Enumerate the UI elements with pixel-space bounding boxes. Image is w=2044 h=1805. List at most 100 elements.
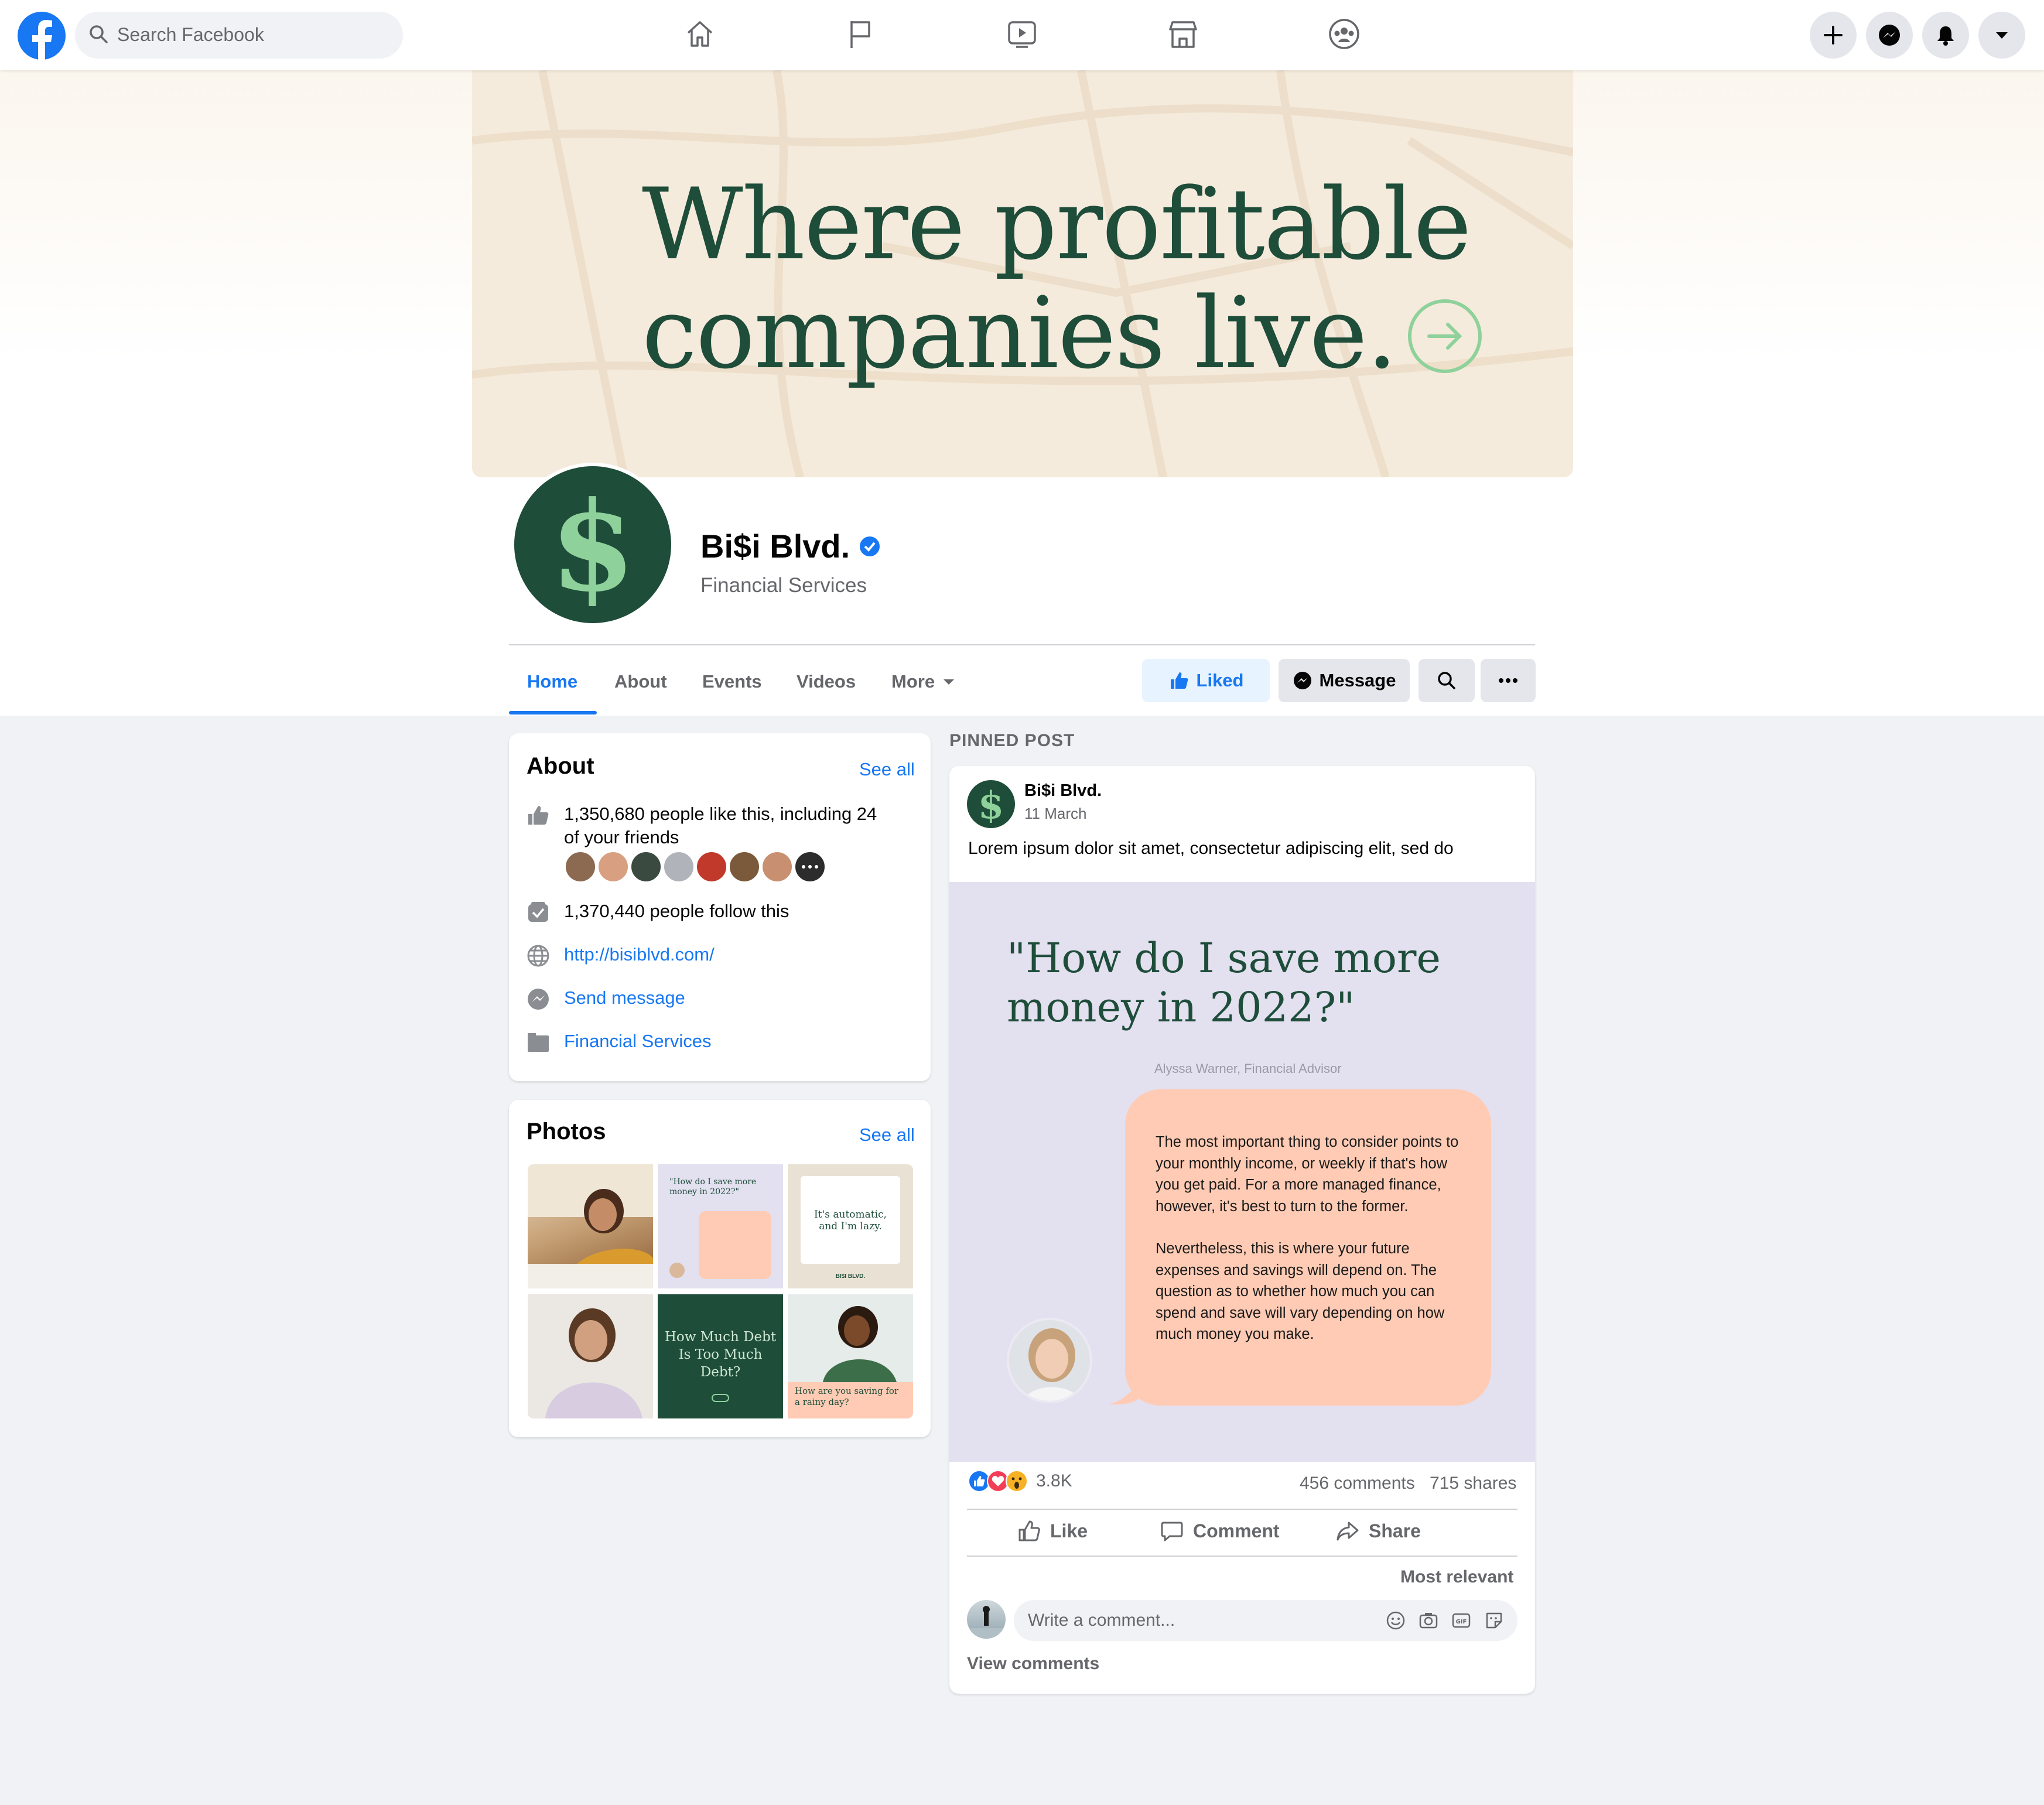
- avatar[interactable]: [597, 850, 630, 883]
- svg-text:$: $: [978, 785, 1004, 823]
- avatar[interactable]: [728, 850, 761, 883]
- notifications-button[interactable]: [1922, 12, 1969, 59]
- page-search-button[interactable]: [1419, 659, 1475, 702]
- send-message-link[interactable]: Send message: [564, 986, 685, 1010]
- comment-button[interactable]: Comment: [1160, 1519, 1280, 1543]
- thumbnail-title: How are you saving for a rainy day?: [795, 1386, 899, 1407]
- search-input[interactable]: Search Facebook: [117, 24, 264, 46]
- page-title: Bi$i Blvd.: [700, 527, 880, 565]
- cover-line-2: companies live.: [642, 279, 1483, 388]
- search-bar[interactable]: Search Facebook: [75, 12, 403, 59]
- about-see-all-link[interactable]: See all: [859, 759, 915, 780]
- account-menu-button[interactable]: [1978, 12, 2025, 59]
- thumbs-up-icon: [1170, 672, 1188, 689]
- sticker-icon[interactable]: [1484, 1610, 1505, 1631]
- arrow-circle-icon: [1408, 299, 1482, 373]
- avatar[interactable]: [564, 850, 597, 883]
- category-link[interactable]: Financial Services: [564, 1030, 712, 1053]
- tab-more[interactable]: More: [891, 671, 956, 692]
- user-avatar-silhouette: [967, 1606, 1006, 1639]
- advisor-portrait: [1023, 1328, 1081, 1401]
- photo-woman-writing: [528, 1164, 653, 1288]
- like-button[interactable]: Like: [1017, 1519, 1088, 1543]
- view-comments-link[interactable]: View comments: [967, 1654, 1099, 1674]
- message-button[interactable]: Message: [1279, 659, 1410, 702]
- watch-icon[interactable]: [1004, 16, 1040, 52]
- profile-picture[interactable]: $: [511, 463, 675, 627]
- post-author[interactable]: Bi$i Blvd.: [1024, 781, 1102, 801]
- share-arrow-icon: [1337, 1522, 1359, 1541]
- emoji-icon[interactable]: [1385, 1610, 1406, 1631]
- ellipsis-icon: [1499, 678, 1517, 683]
- avatar[interactable]: [662, 850, 695, 883]
- website-link[interactable]: http://bisiblvd.com/: [564, 943, 715, 966]
- active-tab-indicator: [509, 711, 597, 715]
- messenger-icon: [1293, 672, 1311, 689]
- thumbnail-bubble: [699, 1211, 771, 1279]
- comments-count[interactable]: 456 comments: [1300, 1474, 1415, 1493]
- photos-see-all-link[interactable]: See all: [859, 1124, 915, 1146]
- arrow-pill-icon: [712, 1394, 729, 1402]
- avatar[interactable]: [794, 850, 826, 883]
- likes-text: 1,350,680 people like this, including 24…: [564, 802, 877, 849]
- pages-flag-icon[interactable]: [843, 16, 879, 52]
- post-author-avatar[interactable]: $: [967, 780, 1015, 828]
- reactions-summary[interactable]: 3.8K: [968, 1470, 1072, 1492]
- post-image[interactable]: "How do I save more money in 2022?" Alys…: [949, 882, 1535, 1462]
- avatar[interactable]: [967, 1600, 1006, 1639]
- divider: [967, 1556, 1517, 1557]
- photo-thumbnail[interactable]: How are you saving for a rainy day?: [788, 1294, 913, 1418]
- gif-icon[interactable]: GIF: [1451, 1610, 1472, 1631]
- photo-thumbnail[interactable]: [528, 1294, 653, 1418]
- avatar[interactable]: [695, 850, 728, 883]
- messenger-icon: [528, 989, 549, 1010]
- comment-input-placeholder: Write a comment...: [1028, 1611, 1175, 1630]
- pinned-post-label: PINNED POST: [949, 731, 1075, 750]
- facebook-logo-icon[interactable]: [18, 12, 66, 60]
- page-category: Financial Services: [700, 574, 867, 597]
- photo-woman-portrait: [528, 1294, 653, 1418]
- ellipsis-icon: [802, 865, 818, 869]
- followers-text: 1,370,440 people follow this: [564, 901, 789, 921]
- share-button[interactable]: Share: [1336, 1519, 1421, 1543]
- quote-line-2: money in 2022?": [1007, 983, 1355, 1031]
- caret-down-icon: [1996, 32, 2008, 39]
- cover-line-1: Where profitable: [642, 167, 1472, 282]
- photo-thumbnail[interactable]: [528, 1164, 653, 1288]
- camera-icon[interactable]: [1418, 1610, 1439, 1631]
- bubble-paragraph-1: The most important thing to consider poi…: [1156, 1134, 1459, 1215]
- comment-sort-dropdown[interactable]: Most relevant: [1400, 1567, 1513, 1587]
- messenger-icon: [1879, 25, 1900, 46]
- svg-text:GIF: GIF: [1456, 1619, 1467, 1625]
- divider: [967, 1509, 1517, 1510]
- photo-woman-mug: [788, 1294, 913, 1382]
- more-options-button[interactable]: [1481, 659, 1536, 702]
- photo-thumbnail[interactable]: How Much Debt Is Too Much Debt?: [658, 1294, 783, 1418]
- groups-icon[interactable]: [1327, 16, 1362, 52]
- tab-videos[interactable]: Videos: [797, 671, 856, 692]
- bubble-paragraph-2: Nevertheless, this is where your future …: [1156, 1240, 1445, 1342]
- marketplace-icon[interactable]: [1165, 16, 1201, 52]
- create-button[interactable]: [1810, 12, 1857, 59]
- shares-count[interactable]: 715 shares: [1430, 1474, 1516, 1493]
- tab-home[interactable]: Home: [527, 671, 577, 692]
- photo-thumbnail[interactable]: "How do I save more money in 2022?": [658, 1164, 783, 1288]
- post-date[interactable]: 11 March: [1024, 805, 1086, 823]
- globe-icon: [527, 945, 549, 967]
- comment-label: Comment: [1193, 1520, 1280, 1541]
- avatar[interactable]: [630, 850, 662, 883]
- verified-badge-icon: [860, 536, 880, 556]
- comment-input[interactable]: Write a comment... GIF: [1014, 1600, 1517, 1641]
- tab-about[interactable]: About: [614, 671, 667, 692]
- avatar[interactable]: [761, 850, 794, 883]
- messenger-button[interactable]: [1866, 12, 1913, 59]
- photo-thumbnail[interactable]: It's automatic, and I'm lazy. BI$I BLVD.: [788, 1164, 913, 1288]
- tab-events[interactable]: Events: [702, 671, 762, 692]
- speech-bubble-text: The most important thing to consider poi…: [1156, 1131, 1472, 1345]
- liked-button[interactable]: Liked: [1142, 659, 1270, 702]
- top-navigation-bar: Search Facebook: [0, 0, 2044, 70]
- advisor-avatar: [1007, 1318, 1092, 1403]
- header-divider: [509, 644, 1535, 645]
- thumbnail-brand: BI$I BLVD.: [835, 1273, 866, 1280]
- home-icon[interactable]: [682, 16, 717, 52]
